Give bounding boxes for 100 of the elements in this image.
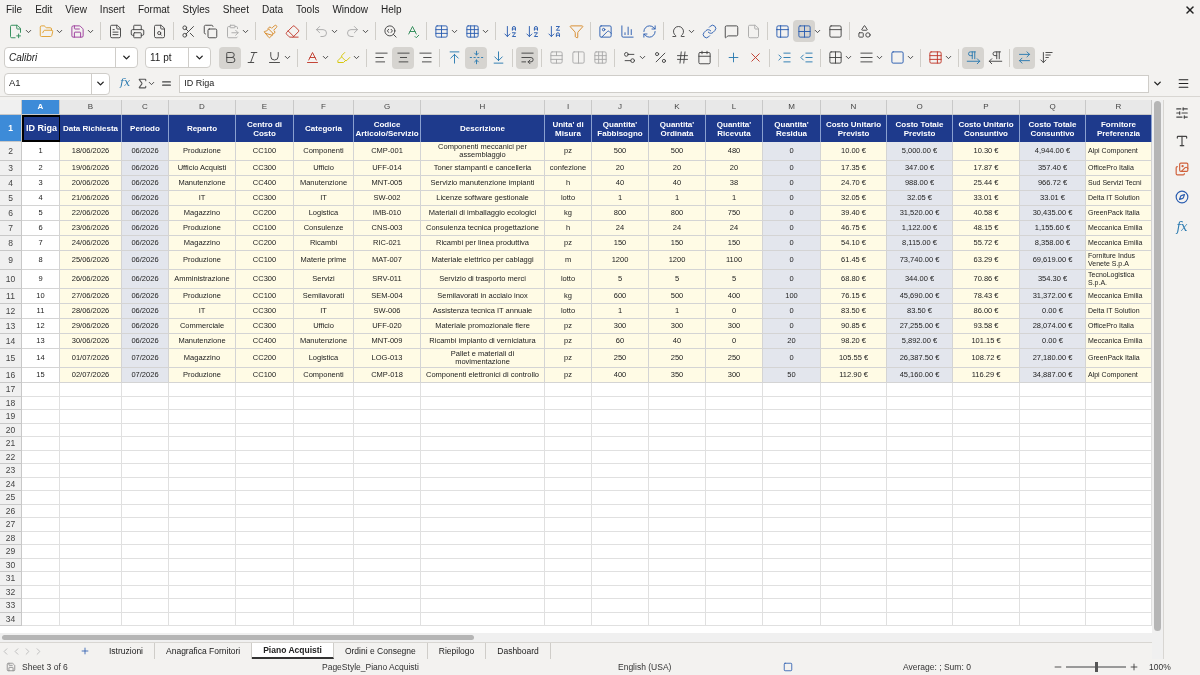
functions-button[interactable]: fx <box>1176 218 1188 236</box>
empty-cell <box>953 477 1020 492</box>
empty-cell <box>545 410 592 424</box>
menu-icon[interactable] <box>1177 77 1190 90</box>
add-sheet-icon[interactable] <box>80 646 90 656</box>
column-header[interactable]: D <box>169 100 236 115</box>
menu-item[interactable]: Help <box>381 1 402 17</box>
row-header[interactable]: 16 <box>0 368 22 383</box>
freeze-panes-icon[interactable] <box>793 20 815 42</box>
menu-item[interactable]: Format <box>137 1 170 17</box>
empty-cell <box>354 558 421 573</box>
wrap-text-icon[interactable] <box>516 46 538 69</box>
styles-icon[interactable] <box>1175 134 1189 148</box>
column-header[interactable]: L <box>706 100 763 115</box>
column-header[interactable]: F <box>294 100 354 115</box>
menu-item[interactable]: Insert <box>99 1 125 17</box>
menu-item[interactable]: File <box>6 1 23 17</box>
font-name-field[interactable]: Calibri <box>4 47 138 68</box>
navigator-icon[interactable] <box>1175 190 1189 204</box>
column-header[interactable]: M <box>763 100 821 115</box>
column-header[interactable]: P <box>953 100 1020 115</box>
row-header[interactable]: 21 <box>0 437 22 451</box>
menu-item[interactable]: Styles <box>182 1 210 17</box>
align-center-icon[interactable] <box>392 46 414 69</box>
row-header[interactable]: 6 <box>0 206 22 221</box>
column-header[interactable]: Q <box>1020 100 1086 115</box>
menu-item[interactable]: Edit <box>35 1 53 17</box>
empty-cell <box>706 612 763 627</box>
gallery-icon[interactable] <box>1175 162 1189 176</box>
empty-cell <box>592 585 649 600</box>
empty-cell <box>821 437 887 451</box>
empty-cell <box>169 491 236 505</box>
column-header[interactable]: K <box>649 100 706 115</box>
pilcrow-right-icon[interactable] <box>962 46 984 69</box>
sheet-tab[interactable]: Istruzioni <box>98 643 155 659</box>
row-header[interactable]: 7 <box>0 221 22 236</box>
column-header[interactable]: G <box>354 100 421 115</box>
properties-icon[interactable] <box>1175 106 1189 120</box>
bold-icon[interactable] <box>219 46 241 69</box>
menu-item[interactable]: Tools <box>296 1 320 17</box>
expand-formula-icon[interactable] <box>1152 78 1163 89</box>
column-header[interactable]: R <box>1086 100 1152 115</box>
row-header[interactable]: 27 <box>0 518 22 532</box>
row-header[interactable]: 33 <box>0 599 22 613</box>
zoom-slider-thumb[interactable] <box>1094 662 1098 672</box>
menu-item[interactable]: Data <box>261 1 284 17</box>
function-wizard-button[interactable]: fx <box>120 75 131 92</box>
column-header[interactable]: E <box>236 100 294 115</box>
row-header[interactable]: 17 <box>0 383 22 397</box>
row-header[interactable]: 31 <box>0 572 22 586</box>
column-header[interactable]: A <box>22 100 60 115</box>
row-header[interactable]: 14 <box>0 334 22 349</box>
column-header[interactable]: C <box>122 100 169 115</box>
row-header[interactable]: 29 <box>0 545 22 559</box>
row-header[interactable]: 15 <box>0 349 22 368</box>
row-header[interactable]: 1 <box>0 115 22 142</box>
menu-item[interactable]: Window <box>332 1 368 17</box>
sheet-tab[interactable]: Dashboard <box>486 643 551 659</box>
close-icon[interactable] <box>1184 4 1196 16</box>
row-header[interactable]: 19 <box>0 410 22 424</box>
sheet-tab[interactable]: Riepilogo <box>427 643 487 659</box>
empty-cell <box>887 410 953 424</box>
row-header[interactable]: 12 <box>0 304 22 319</box>
vertical-scrollbar[interactable] <box>1154 101 1161 631</box>
empty-cell <box>706 599 763 613</box>
font-size-field[interactable]: 11 pt <box>145 47 211 68</box>
row-header[interactable]: 8 <box>0 236 22 251</box>
empty-cell <box>169 518 236 532</box>
language-indicator[interactable]: English (USA) <box>618 660 783 674</box>
empty-cell <box>821 531 887 546</box>
column-header[interactable]: O <box>887 100 953 115</box>
menu-item[interactable]: View <box>65 1 87 17</box>
horizontal-scrollbar[interactable] <box>2 635 474 640</box>
row-header[interactable]: 5 <box>0 191 22 206</box>
sheet-tab[interactable]: Ordini e Consegne <box>333 643 428 659</box>
zoom-in-icon[interactable] <box>1129 662 1139 672</box>
column-header[interactable]: J <box>592 100 649 115</box>
page-style[interactable]: PageStyle_Piano Acquisti <box>322 660 618 674</box>
selection-mode-icon[interactable] <box>783 662 793 672</box>
column-header[interactable]: I <box>545 100 592 115</box>
row-header[interactable]: 10 <box>0 270 22 289</box>
row-header[interactable]: 9 <box>0 251 22 270</box>
menu-item[interactable]: Sheet <box>222 1 249 17</box>
column-header[interactable]: B <box>60 100 122 115</box>
row-header[interactable]: 3 <box>0 161 22 176</box>
row-header[interactable]: 25 <box>0 491 22 505</box>
align-middle-icon[interactable] <box>465 46 487 69</box>
empty-cell <box>122 437 169 451</box>
empty-cell <box>294 423 354 438</box>
row-header[interactable]: 11 <box>0 289 22 304</box>
zoom-level[interactable]: 100% <box>1149 660 1171 674</box>
name-box[interactable]: A1 <box>4 72 110 95</box>
formula-input[interactable]: ID Riga <box>179 74 1149 93</box>
column-header[interactable]: N <box>821 100 887 115</box>
row-header[interactable]: 2 <box>0 142 22 161</box>
row-header[interactable]: 4 <box>0 176 22 191</box>
row-header[interactable]: 23 <box>0 464 22 478</box>
sheet-tab[interactable]: Piano Acquisti <box>252 643 334 659</box>
column-header[interactable]: H <box>421 100 545 115</box>
row-header[interactable]: 13 <box>0 319 22 334</box>
